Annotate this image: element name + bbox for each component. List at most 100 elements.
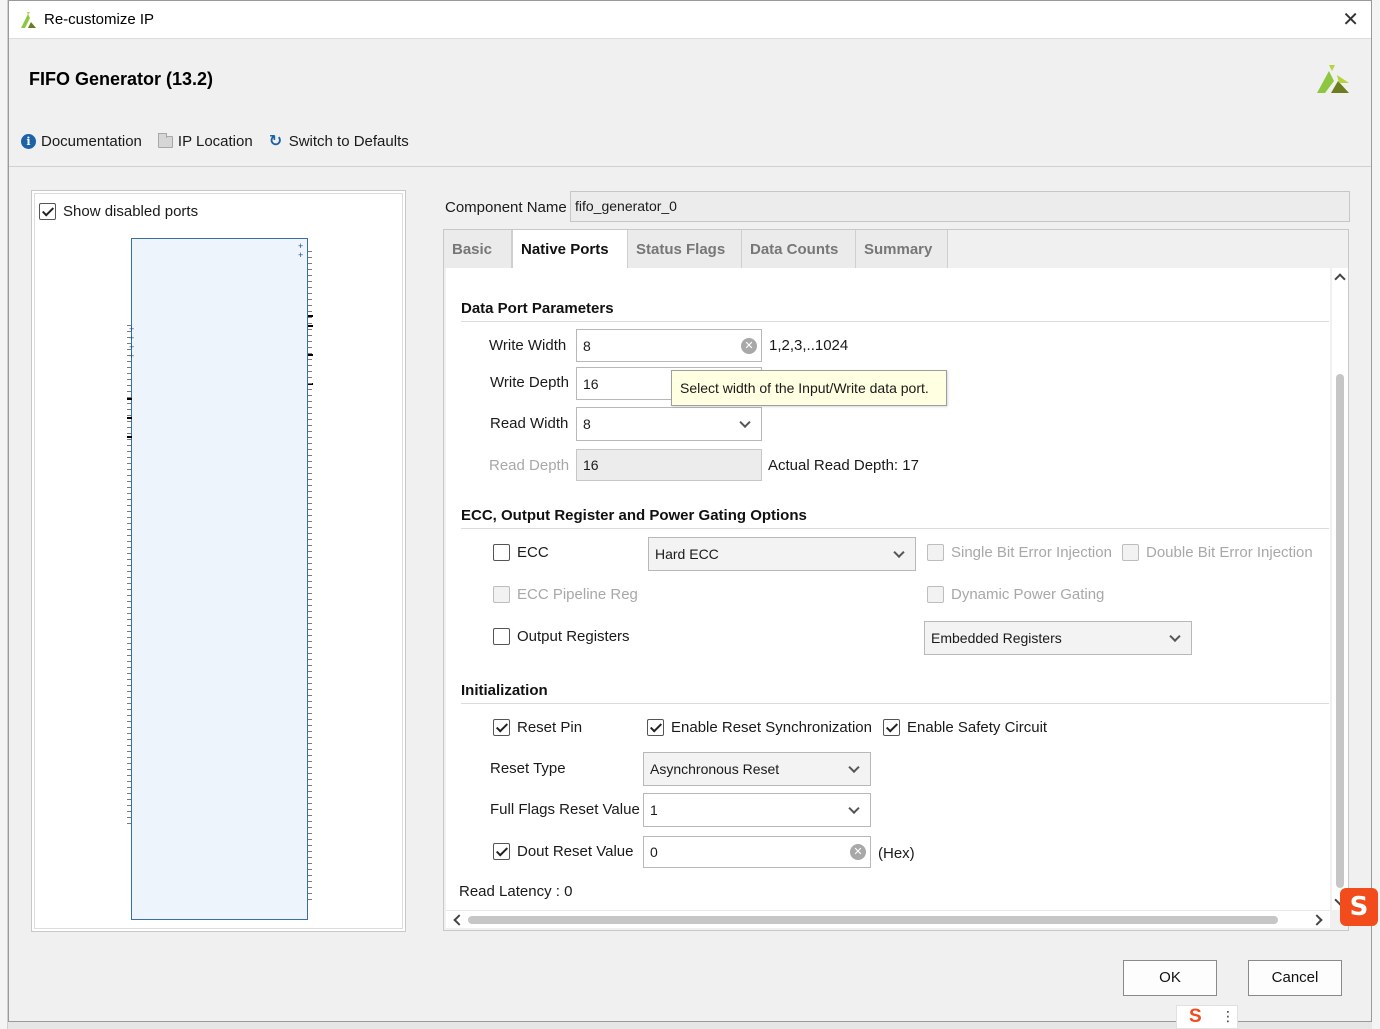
disabled-port-tick [308, 449, 312, 450]
enable-safety-check[interactable] [883, 719, 900, 736]
tab-basic[interactable]: Basic [444, 230, 512, 268]
output-reg-type-value: Embedded Registers [931, 630, 1062, 646]
disabled-port-tick [127, 475, 131, 476]
component-name-field[interactable]: fifo_generator_0 [570, 191, 1350, 222]
disabled-port-tick [308, 653, 312, 654]
ecc-check[interactable] [493, 544, 510, 561]
switch-defaults-button[interactable]: ↻ Switch to Defaults [269, 133, 409, 150]
disabled-port-tick [127, 541, 131, 542]
write-width-input[interactable]: 8 ✕ [576, 329, 762, 362]
vertical-scrollbar[interactable] [1332, 268, 1348, 910]
ecc-checkbox[interactable]: ECC [493, 544, 549, 561]
enable-safety-checkbox[interactable]: Enable Safety Circuit [883, 719, 1047, 736]
tab-status-flags[interactable]: Status Flags [628, 230, 742, 268]
scroll-thumb[interactable] [1336, 374, 1344, 888]
bus-expand-icon[interactable]: + [129, 352, 134, 361]
clear-icon[interactable]: ✕ [850, 844, 866, 860]
reset-pin-checkbox[interactable]: Reset Pin [493, 719, 582, 736]
scroll-left-icon[interactable] [453, 914, 465, 926]
full-flags-select[interactable]: 1 [643, 793, 871, 827]
dout-reset-check[interactable] [493, 843, 510, 860]
disabled-port-tick [127, 715, 131, 716]
ime-toolbar[interactable]: S ⋮ [1176, 1005, 1238, 1029]
disabled-port-tick [127, 709, 131, 710]
disabled-port-tick [308, 257, 312, 258]
show-disabled-ports-checkbox[interactable]: Show disabled ports [39, 203, 198, 220]
write-depth-value: 16 [583, 375, 599, 392]
tab-data-counts[interactable]: Data Counts [742, 230, 856, 268]
ecc-label: ECC [517, 544, 549, 561]
disabled-port-tick [308, 557, 312, 558]
write-width-range: 1,2,3,..1024 [769, 337, 849, 354]
disabled-port-tick [127, 523, 131, 524]
scroll-thumb[interactable] [468, 916, 1278, 924]
double-bit-error-label: Double Bit Error Injection [1146, 544, 1313, 561]
scroll-right-icon[interactable] [1311, 914, 1323, 926]
single-bit-error-checkbox: Single Bit Error Injection [927, 544, 1112, 561]
ok-button[interactable]: OK [1123, 960, 1217, 996]
disabled-port-tick [308, 773, 312, 774]
disabled-port-tick [308, 851, 312, 852]
close-icon[interactable]: ✕ [1342, 7, 1359, 32]
disabled-port-tick [308, 551, 312, 552]
disabled-port-tick [127, 637, 131, 638]
disabled-port-tick [308, 659, 312, 660]
disabled-port-tick [127, 631, 131, 632]
single-bit-error-check [927, 544, 944, 561]
disabled-port-tick [127, 703, 131, 704]
disabled-port-tick [308, 383, 312, 384]
reset-type-select[interactable]: Asynchronous Reset [643, 752, 871, 786]
horizontal-scrollbar[interactable] [446, 910, 1330, 928]
disabled-port-tick [308, 755, 312, 756]
port-pin [127, 398, 132, 400]
disabled-port-tick [308, 737, 312, 738]
read-width-select[interactable]: 8 [576, 407, 762, 441]
disabled-port-tick [308, 809, 312, 810]
output-reg-type-select[interactable]: Embedded Registers [924, 621, 1192, 655]
title-bar: Re-customize IP ✕ [9, 1, 1371, 39]
cancel-button[interactable]: Cancel [1248, 960, 1342, 996]
chevron-down-icon [1169, 630, 1181, 643]
disabled-port-tick [127, 499, 131, 500]
write-width-label: Write Width [489, 337, 567, 354]
ime-logo-icon[interactable]: S [1340, 888, 1378, 926]
disabled-port-tick [308, 305, 312, 306]
dout-reset-input[interactable]: 0 ✕ [643, 836, 871, 868]
tab-summary[interactable]: Summary [856, 230, 948, 268]
documentation-button[interactable]: i Documentation [21, 133, 142, 150]
tab-native-ports[interactable]: Native Ports [512, 230, 628, 268]
disabled-port-tick [127, 553, 131, 554]
disabled-port-tick [308, 299, 312, 300]
enable-reset-sync-checkbox[interactable]: Enable Reset Synchronization [647, 719, 872, 736]
disabled-port-tick [308, 617, 312, 618]
disabled-port-tick [308, 839, 312, 840]
dout-reset-checkbox[interactable]: Dout Reset Value [493, 843, 633, 860]
disabled-port-tick [308, 443, 312, 444]
output-registers-check[interactable] [493, 628, 510, 645]
enable-safety-label: Enable Safety Circuit [907, 719, 1048, 736]
ime-menu-icon[interactable]: ⋮ [1221, 1008, 1235, 1025]
dynamic-power-label: Dynamic Power Gating [951, 586, 1105, 603]
disabled-port-tick [127, 823, 131, 824]
ip-location-label: IP Location [177, 133, 253, 150]
ecc-type-select[interactable]: Hard ECC [648, 537, 916, 571]
disabled-port-tick [308, 803, 312, 804]
disabled-port-tick [308, 491, 312, 492]
reset-pin-check[interactable] [493, 719, 510, 736]
scroll-up-icon[interactable] [1334, 273, 1346, 285]
settings-tabs: Basic Native Ports Status Flags Data Cou… [443, 229, 1349, 931]
disabled-port-tick [308, 677, 312, 678]
disabled-port-tick [308, 455, 312, 456]
show-disabled-ports-check[interactable] [39, 203, 56, 220]
bus-expand-icon[interactable]: + [298, 251, 303, 260]
disabled-port-tick [308, 893, 312, 894]
output-registers-checkbox[interactable]: Output Registers [493, 628, 630, 645]
disabled-port-tick [308, 311, 312, 312]
disabled-port-tick [308, 821, 312, 822]
show-disabled-ports-label: Show disabled ports [63, 203, 199, 220]
ip-location-button[interactable]: IP Location [157, 132, 253, 150]
disabled-port-tick [127, 403, 131, 404]
disabled-port-tick [308, 413, 312, 414]
enable-reset-sync-check[interactable] [647, 719, 664, 736]
clear-icon[interactable]: ✕ [741, 337, 757, 354]
